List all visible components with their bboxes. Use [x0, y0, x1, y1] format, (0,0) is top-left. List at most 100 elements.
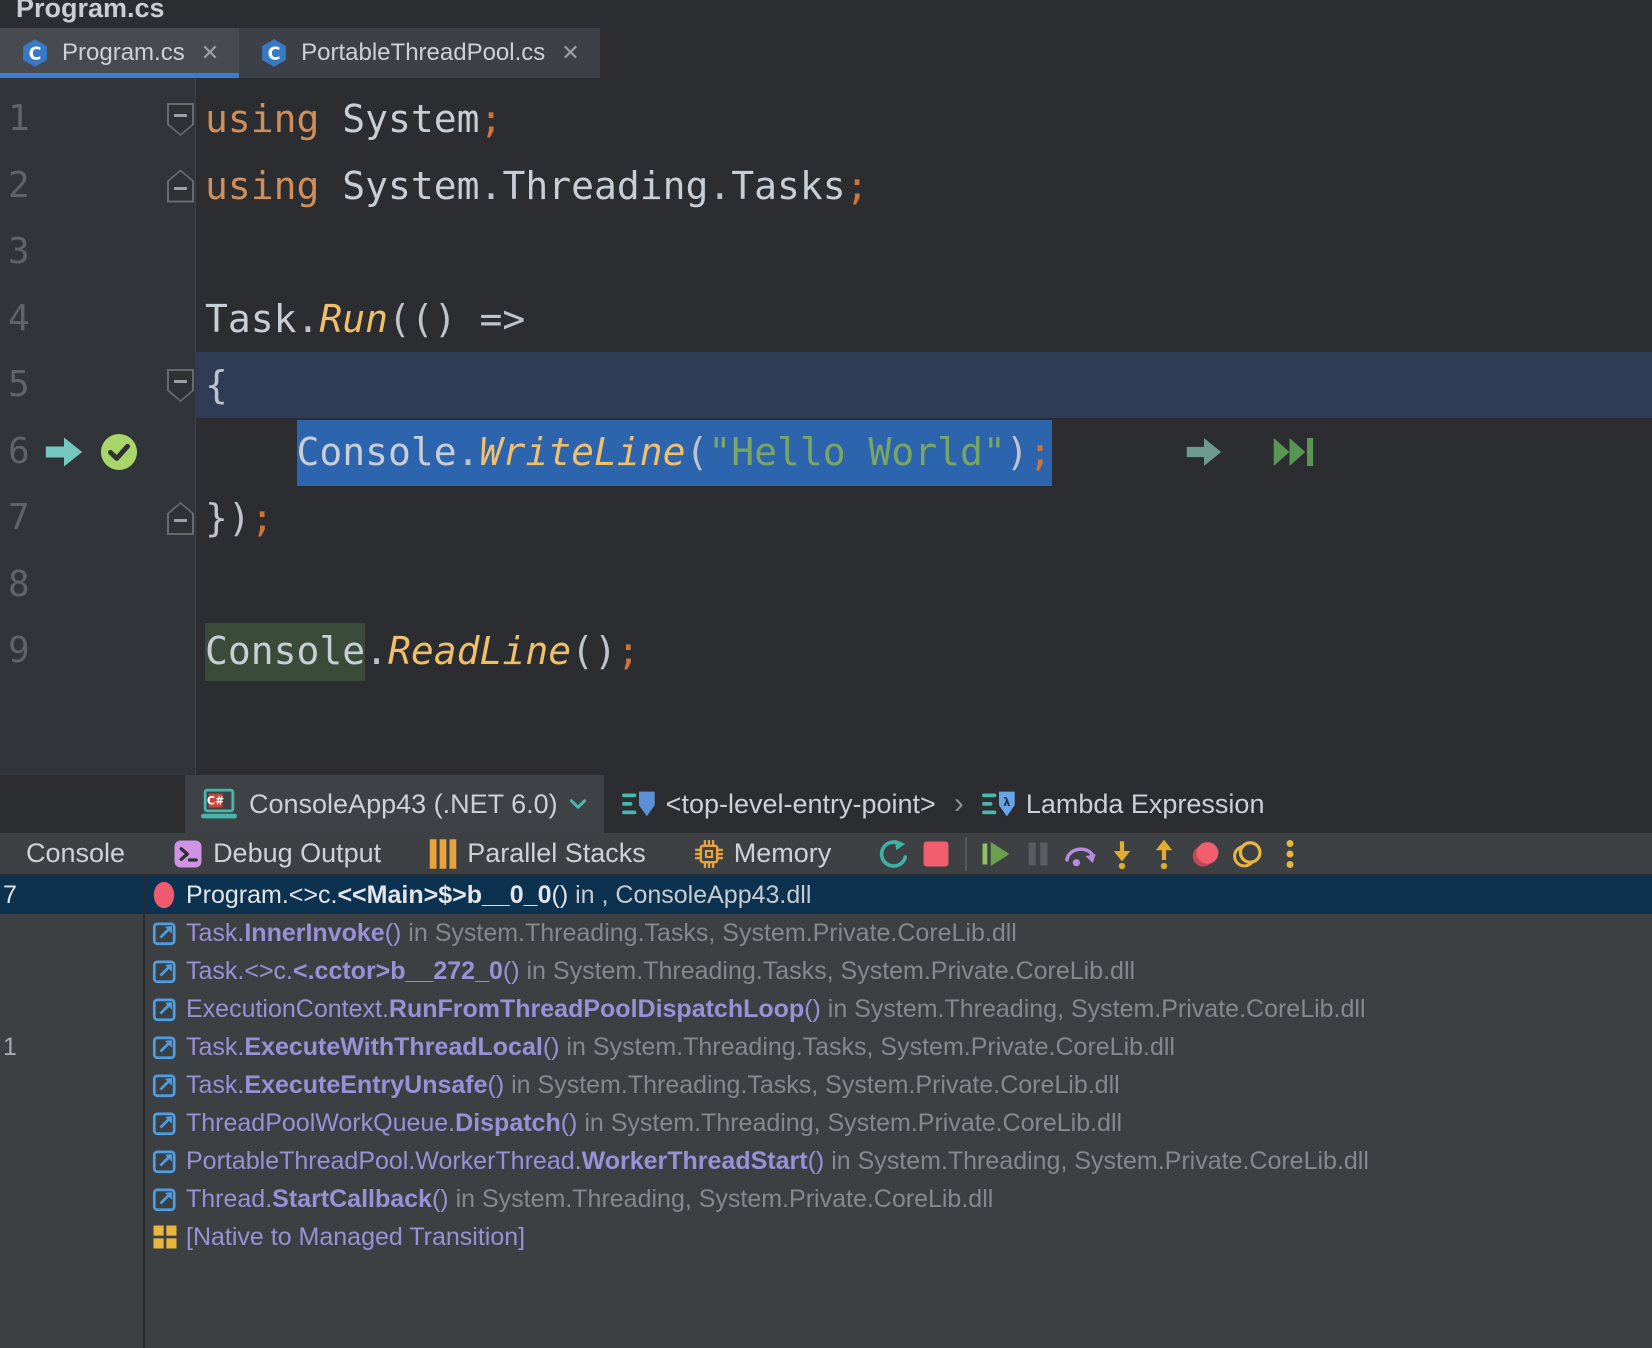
stack-frame-row[interactable]: ExecutionContext.RunFromThreadPoolDispat… [0, 990, 1652, 1028]
breadcrumb-item[interactable]: λLambda Expression [982, 789, 1265, 820]
jump-icon [152, 1034, 178, 1060]
stack-frame-row[interactable]: Task.InnerInvoke() in System.Threading.T… [0, 914, 1652, 952]
exec-arrow-icon[interactable] [44, 435, 84, 469]
debug-tab-console[interactable]: Console [16, 838, 125, 869]
frames-gutter-number: 7 [3, 876, 33, 914]
frames-gutter-divider [143, 876, 145, 1348]
editor-tab-label: PortableThreadPool.cs [301, 39, 545, 67]
code-token: () [571, 629, 617, 673]
fold-marker-icon[interactable] [167, 170, 194, 203]
stack-frame-row[interactable]: Thread.StartCallback() in System.Threadi… [0, 1180, 1652, 1218]
code-token: using [205, 164, 319, 208]
line-number: 2 [8, 153, 48, 219]
editor-line: 5{ [0, 352, 1652, 418]
kebab-icon [1283, 839, 1297, 869]
stack-frame-text: PortableThreadPool.WorkerThread.WorkerTh… [186, 1142, 1369, 1180]
frame-location: in System.Threading.Tasks, System.Privat… [566, 1033, 1175, 1061]
step-into-button[interactable] [1101, 835, 1143, 873]
breadcrumb-project-label: ConsoleApp43 (.NET 6.0) [249, 789, 558, 820]
code-token: Console [205, 629, 365, 673]
stack-frame-text: Thread.StartCallback() in System.Threadi… [186, 1180, 993, 1218]
line-number: 4 [8, 286, 48, 352]
stack-frame-row[interactable]: Program.<>c.<<Main>$>b__0_0() in , Conso… [0, 876, 1652, 914]
step-out-icon [1151, 839, 1177, 869]
chevron-down-icon[interactable] [568, 797, 588, 811]
editor-line: 3 [0, 219, 1652, 285]
frame-namespace: Task. [186, 1033, 244, 1061]
editor-line: 9Console.ReadLine(); [0, 618, 1652, 684]
editor-line: 4Task.Run(() => [0, 286, 1652, 352]
more-options-button[interactable] [1269, 835, 1311, 873]
editor-tab[interactable]: CPortableThreadPool.cs✕ [239, 28, 600, 78]
csharp-project-icon: C# [201, 788, 237, 820]
fold-marker-icon[interactable] [167, 369, 194, 402]
fold-marker-icon[interactable] [167, 103, 194, 136]
stack-frame-text: Task.ExecuteEntryUnsafe() in System.Thre… [186, 1066, 1120, 1104]
code-token [319, 164, 342, 208]
frame-parens: () [488, 1071, 512, 1099]
stack-frame-text: Task.ExecuteWithThreadLocal() in System.… [186, 1028, 1175, 1066]
close-icon[interactable]: ✕ [201, 40, 219, 66]
frame-namespace: Task. [186, 1071, 244, 1099]
step-over-button[interactable] [1059, 835, 1101, 873]
step-out-button[interactable] [1143, 835, 1185, 873]
stop-button[interactable] [915, 835, 957, 873]
stack-frame-row[interactable]: PortableThreadPool.WorkerThread.WorkerTh… [0, 1142, 1652, 1180]
code-token: WriteLine [480, 430, 686, 474]
breadcrumb-project[interactable]: C# ConsoleApp43 (.NET 6.0) [185, 775, 604, 833]
breadcrumb-item[interactable]: <top-level-entry-point> [622, 789, 936, 820]
frame-namespace: Task.<>c. [186, 957, 293, 985]
code-editor[interactable]: 1using System;2using System.Threading.Ta… [0, 78, 1652, 775]
code-token: Tasks [731, 164, 845, 208]
stack-frame-row[interactable]: Task.<>c.<.cctor>b__272_0() in System.Th… [0, 952, 1652, 990]
run-to-here-icon[interactable] [1185, 436, 1223, 468]
rerun-button[interactable] [873, 835, 915, 873]
debug-controls [873, 835, 1311, 873]
fold-marker-icon[interactable] [167, 502, 194, 535]
method-bc-icon [622, 789, 656, 819]
mute-breakpoints-button[interactable] [1185, 835, 1227, 873]
code-token: Task [205, 297, 297, 341]
step-over-icon [1064, 840, 1096, 868]
stack-frame-text: Task.InnerInvoke() in System.Threading.T… [186, 914, 1017, 952]
parallel-stacks-icon [429, 839, 457, 869]
stack-frame-text: [Native to Managed Transition] [186, 1218, 525, 1256]
bp-oval-icon [152, 881, 176, 909]
debug-tab-parallel-stacks[interactable]: Parallel Stacks [429, 838, 646, 869]
stack-frame-row[interactable]: ThreadPoolWorkQueue.Dispatch() in System… [0, 1104, 1652, 1142]
code-token: ; [846, 164, 869, 208]
pause-button[interactable] [1017, 835, 1059, 873]
resume-icon [981, 840, 1011, 868]
stack-frame-text: Program.<>c.<<Main>$>b__0_0() in , Conso… [186, 876, 811, 914]
frame-namespace: Thread. [186, 1185, 272, 1213]
skip-to-here-icon[interactable] [1272, 434, 1314, 470]
editor-tab[interactable]: CProgram.cs✕ [0, 28, 239, 78]
resume-button[interactable] [975, 835, 1017, 873]
code-token: }) [205, 496, 251, 540]
view-bp-icon [1233, 840, 1263, 868]
frame-label: [Native to Managed Transition] [186, 1223, 525, 1251]
code-text: Console.ReadLine(); [205, 618, 640, 684]
code-token: ( [685, 430, 708, 474]
debug-tab-memory[interactable]: Memory [694, 838, 832, 869]
code-token: (() => [388, 297, 525, 341]
usage-highlight: Console [205, 623, 365, 681]
selection-highlight: Console.WriteLine("Hello World"); [297, 420, 1052, 486]
jump-icon [152, 1110, 178, 1136]
frame-location: in System.Threading.Tasks, System.Privat… [511, 1071, 1120, 1099]
view-breakpoints-button[interactable] [1227, 835, 1269, 873]
stack-frame-text: ThreadPoolWorkQueue.Dispatch() in System… [186, 1104, 1122, 1142]
stack-frame-row[interactable]: Task.ExecuteEntryUnsafe() in System.Thre… [0, 1066, 1652, 1104]
stack-frame-row[interactable]: Task.ExecuteWithThreadLocal() in System.… [0, 1028, 1652, 1066]
frame-location: in System.Threading, System.Private.Core… [456, 1185, 994, 1213]
debug-tab-debug-output[interactable]: Debug Output [173, 838, 381, 869]
jump-icon [152, 1148, 178, 1174]
code-token: . [297, 297, 320, 341]
frame-namespace: ThreadPoolWorkQueue. [186, 1109, 455, 1137]
line-number: 8 [8, 552, 48, 618]
code-token: ; [1029, 430, 1052, 474]
frame-method: Dispatch [455, 1109, 561, 1137]
stack-frame-row[interactable]: [Native to Managed Transition] [0, 1218, 1652, 1256]
close-icon[interactable]: ✕ [561, 40, 579, 66]
code-token: Threading [502, 164, 708, 208]
